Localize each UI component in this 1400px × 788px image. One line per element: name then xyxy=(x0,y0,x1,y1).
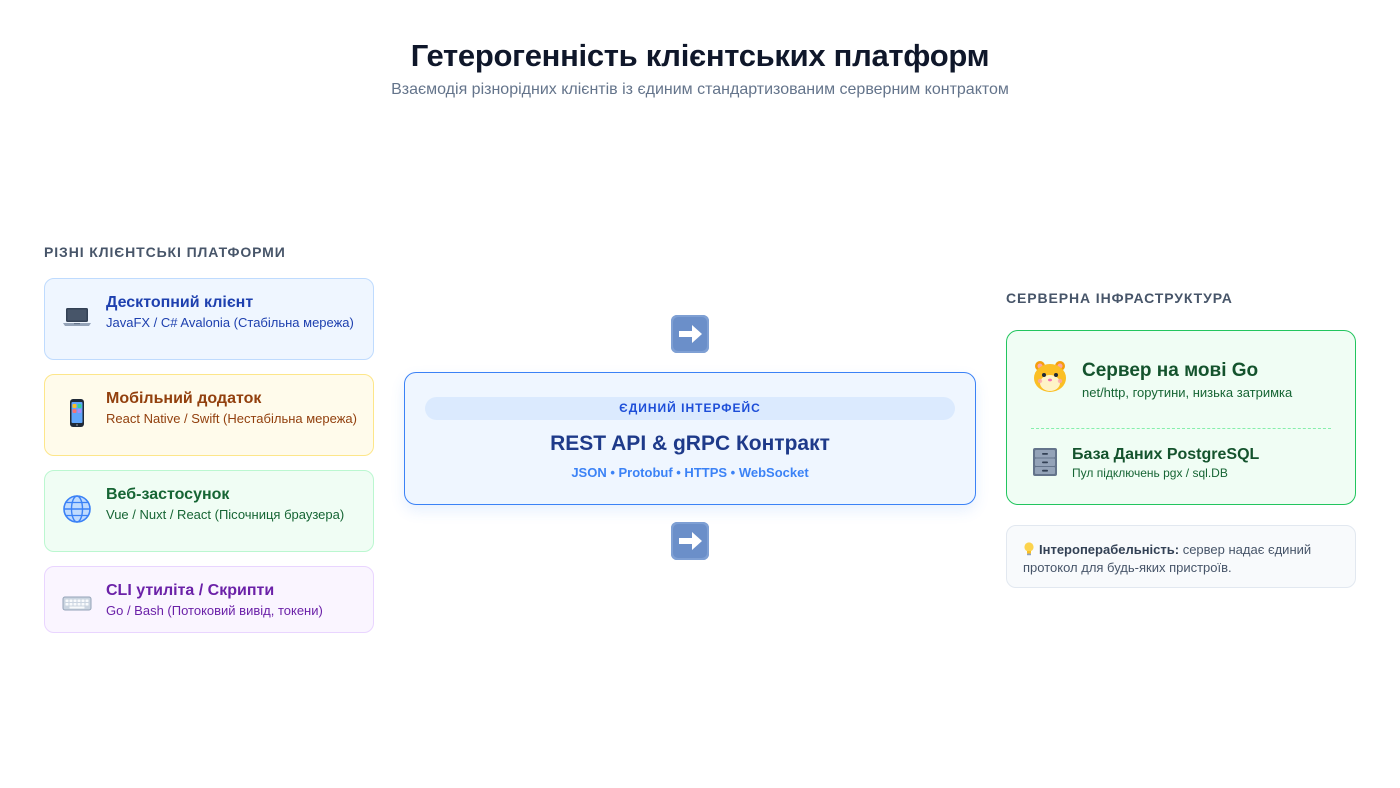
mobile-phone-icon xyxy=(61,397,93,429)
client-name: Десктопний клієнт xyxy=(106,294,254,311)
note-bold-label: Інтероперабельність: xyxy=(1039,542,1180,557)
client-card-desktop: Десктопний клієнт JavaFX / C# Avalonia (… xyxy=(44,278,374,360)
client-card-web: Веб-застосунок Vue / Nuxt / React (Пісоч… xyxy=(44,470,374,552)
interface-protocols: JSON • Protobuf • HTTPS • WebSocket xyxy=(571,465,809,480)
interface-title: REST API & gRPC Контракт xyxy=(550,432,830,455)
diagram-page: Гетерогенність клієнтських платформ Взає… xyxy=(0,0,1400,788)
server-desc: net/http, горутини, низька затримка xyxy=(1082,385,1293,400)
interoperability-note: Інтероперабельність: сервер надає єдиний… xyxy=(1006,525,1356,588)
arrow-right-icon xyxy=(671,315,709,353)
client-name: Мобільний додаток xyxy=(106,390,262,407)
server-infrastructure-box: Сервер на мові Go net/http, горутини, ни… xyxy=(1006,330,1356,505)
interface-tag: ЄДИНИЙ ІНТЕРФЕЙС xyxy=(425,397,955,420)
clients-section-label: РІЗНІ КЛІЄНТСЬКІ ПЛАТФОРМИ xyxy=(44,244,286,260)
client-desc: JavaFX / C# Avalonia (Стабільна мережа) xyxy=(106,315,354,330)
file-cabinet-icon xyxy=(1031,447,1059,477)
server-go-row: Сервер на мові Go net/http, горутини, ни… xyxy=(1031,357,1292,401)
hamster-icon xyxy=(1031,357,1069,395)
client-card-mobile: Мобільний додаток React Native / Swift (… xyxy=(44,374,374,456)
client-desc: React Native / Swift (Нестабільна мережа… xyxy=(106,411,357,426)
page-subtitle: Взаємодія різнорідних клієнтів із єдиним… xyxy=(391,81,1009,98)
page-title: Гетерогенність клієнтських платформ xyxy=(410,38,990,73)
server-name: Сервер на мові Go xyxy=(1082,360,1259,381)
server-divider xyxy=(1031,428,1331,429)
client-name: Веб-застосунок xyxy=(106,486,230,503)
light-bulb-icon xyxy=(1023,542,1035,556)
globe-icon xyxy=(61,493,93,525)
client-name: CLI утиліта / Скрипти xyxy=(106,582,275,599)
server-section-label: СЕРВЕРНА ІНФРАСТРУКТУРА xyxy=(1006,290,1233,306)
database-name: База Даних PostgreSQL xyxy=(1072,446,1260,463)
keyboard-icon xyxy=(61,587,93,619)
laptop-icon xyxy=(61,301,93,333)
header: Гетерогенність клієнтських платформ Взає… xyxy=(0,38,1400,100)
client-desc: Go / Bash (Потоковий вивід, токени) xyxy=(106,603,323,618)
client-desc: Vue / Nuxt / React (Пісочниця браузера) xyxy=(106,507,345,522)
arrow-right-icon xyxy=(671,522,709,560)
client-card-cli: CLI утиліта / Скрипти Go / Bash (Потоков… xyxy=(44,566,374,633)
unified-interface-box: ЄДИНИЙ ІНТЕРФЕЙС REST API & gRPC Контрак… xyxy=(404,372,976,505)
database-row: База Даних PostgreSQL Пул підключень pgx… xyxy=(1031,445,1259,480)
database-desc: Пул підключень pgx / sql.DB xyxy=(1072,466,1228,480)
